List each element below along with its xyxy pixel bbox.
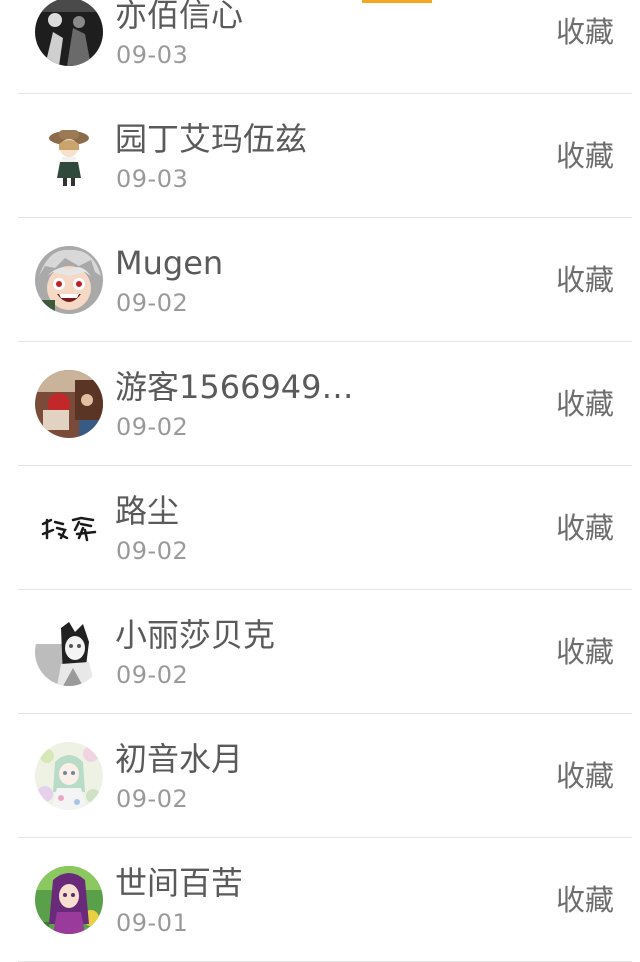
favorite-button[interactable]: 收藏 — [556, 634, 614, 670]
anime-girl-avatar-icon — [35, 618, 103, 686]
user-name: 游客1566949… — [115, 368, 354, 406]
list-item[interactable]: 园丁艾玛伍兹 09-03 收藏 — [18, 94, 632, 218]
avatar[interactable] — [35, 122, 103, 190]
avatar[interactable] — [35, 0, 103, 66]
favorite-button[interactable]: 收藏 — [556, 758, 614, 794]
avatar[interactable] — [35, 866, 103, 934]
user-name: 园丁艾玛伍兹 — [115, 120, 308, 158]
favorite-date: 09-03 — [116, 165, 189, 193]
list-item[interactable]: 小丽莎贝克 09-02 收藏 — [18, 590, 632, 714]
favorite-date: 09-03 — [116, 41, 189, 69]
user-name: Mugen — [115, 244, 224, 282]
avatar[interactable] — [35, 494, 103, 562]
avatar[interactable] — [35, 618, 103, 686]
user-name: 初音水月 — [115, 740, 244, 778]
user-name: 路尘 — [115, 492, 180, 530]
favorite-button[interactable]: 收藏 — [556, 386, 614, 422]
favorite-date: 09-02 — [116, 413, 189, 441]
avatar[interactable] — [35, 370, 103, 438]
dark-figure-avatar-icon — [35, 0, 103, 66]
favorite-date: 09-02 — [116, 661, 189, 689]
floral-anime-avatar-icon — [35, 742, 103, 810]
favorite-date: 09-02 — [116, 289, 189, 317]
list-item[interactable]: Mugen 09-02 收藏 — [18, 218, 632, 342]
user-list: 亦佰信心 09-03 收藏 园丁艾玛伍兹 09-03 收藏 Mugen 09-0… — [0, 0, 640, 962]
favorite-button[interactable]: 收藏 — [556, 510, 614, 546]
list-item[interactable]: 世间百苦 09-01 收藏 — [18, 838, 632, 962]
favorite-date: 09-01 — [116, 909, 189, 937]
avatar[interactable] — [35, 246, 103, 314]
chibi-gardener-avatar-icon — [35, 122, 103, 190]
user-name: 世间百苦 — [115, 864, 244, 902]
favorite-button[interactable]: 收藏 — [556, 138, 614, 174]
user-name: 小丽莎贝克 — [115, 616, 276, 654]
favorite-date: 09-02 — [116, 537, 189, 565]
avatar[interactable] — [35, 742, 103, 810]
list-item[interactable]: 亦佰信心 09-03 收藏 — [18, 0, 632, 94]
purple-hair-girl-avatar-icon — [35, 866, 103, 934]
favorite-button[interactable]: 收藏 — [556, 14, 614, 50]
angry-anime-boy-avatar-icon — [35, 246, 103, 314]
photo-avatar-icon — [35, 370, 103, 438]
list-item[interactable]: 路尘 09-02 收藏 — [18, 466, 632, 590]
favorite-button[interactable]: 收藏 — [556, 882, 614, 918]
list-item[interactable]: 游客1566949… 09-02 收藏 — [18, 342, 632, 466]
user-name: 亦佰信心 — [115, 0, 244, 34]
list-item[interactable]: 初音水月 09-02 收藏 — [18, 714, 632, 838]
calligraphy-avatar-icon — [35, 494, 103, 562]
favorite-button[interactable]: 收藏 — [556, 262, 614, 298]
favorite-date: 09-02 — [116, 785, 189, 813]
